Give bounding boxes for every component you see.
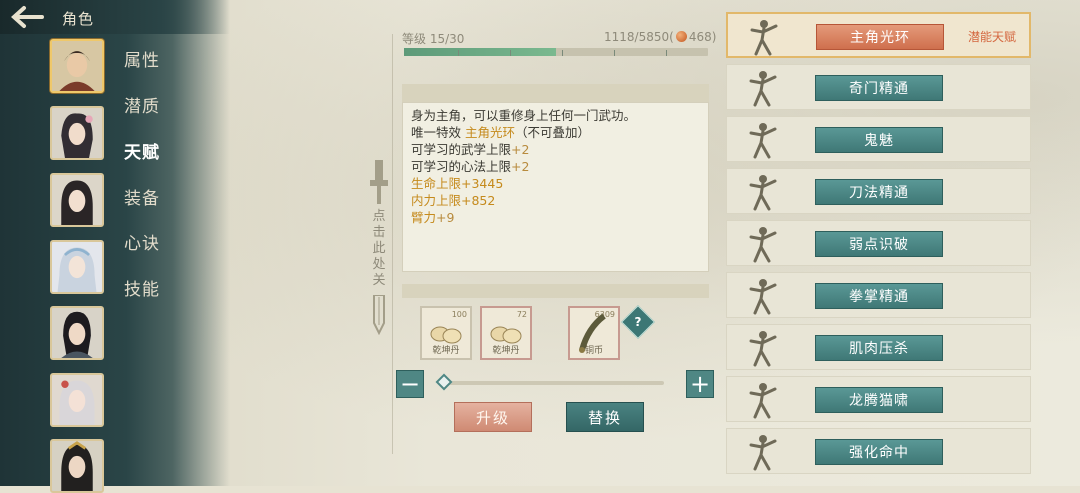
upgrade-button[interactable]: 升级 [454, 402, 532, 432]
portrait-icon [52, 175, 102, 225]
character-avatar-4[interactable] [50, 240, 104, 294]
material-name: 铜币 [584, 346, 603, 356]
martial-artist-icon [749, 175, 777, 211]
close-hint-text: 点击此处关 [372, 209, 386, 288]
martial-artist-icon [749, 435, 777, 471]
talent-name: 奇门精通 [815, 75, 943, 101]
top-bar: 角色 [0, 0, 230, 34]
desc-line: 可学习的心法上限+2 [411, 159, 530, 174]
level-label: 等级 15/30 [402, 32, 465, 46]
talent-row[interactable]: 鬼魅 [726, 116, 1031, 162]
sidebar [0, 0, 230, 486]
talent-row[interactable]: 刀法精通 [726, 168, 1031, 214]
talent-name: 刀法精通 [815, 179, 943, 205]
portrait-icon [52, 375, 102, 425]
character-avatar-7[interactable] [50, 439, 104, 493]
desc-line: 唯一特效 主角光环（不可叠加） [411, 125, 591, 140]
desc-line: 身为主角，可以重修身上任何一门武功。 [411, 108, 637, 123]
character-avatar-6[interactable] [50, 373, 104, 427]
question-icon: ? [634, 315, 642, 329]
martial-artist-icon [749, 279, 777, 315]
materials-header [402, 284, 709, 298]
talent-row[interactable]: 奇门精通 [726, 64, 1031, 110]
page-title: 角色 [62, 10, 95, 28]
panel-divider [392, 34, 393, 454]
talent-row[interactable]: 拳掌精通 [726, 272, 1031, 318]
talent-description: 身为主角，可以重修身上任何一门武功。 唯一特效 主角光环（不可叠加） 可学习的武… [402, 102, 709, 272]
desc-line: 内力上限+852 [411, 193, 496, 208]
tab-potential[interactable]: 潜质 [124, 92, 160, 117]
talent-row[interactable]: 弱点识破 [726, 220, 1031, 266]
portrait-icon [52, 441, 102, 491]
portrait-icon [52, 108, 102, 158]
desc-line: 生命上限+3445 [411, 176, 504, 191]
portrait-icon [52, 41, 102, 91]
talent-name: 鬼魅 [815, 127, 943, 153]
desc-line: 臂力+9 [411, 210, 455, 225]
tab-equipment[interactable]: 装备 [124, 184, 160, 209]
experience-label: 1118/5850(468) [604, 30, 717, 44]
talent-name: 拳掌精通 [815, 283, 943, 309]
tab-talent[interactable]: 天赋 [124, 138, 160, 163]
tab-heart-formula[interactable]: 心诀 [124, 229, 160, 254]
description-header [402, 84, 709, 102]
decrease-button[interactable]: − [396, 370, 424, 398]
character-avatar-3[interactable] [50, 173, 104, 227]
coin-icon [675, 31, 687, 42]
portrait-icon [52, 308, 102, 358]
back-button[interactable] [8, 5, 44, 29]
character-avatar-5[interactable] [50, 306, 104, 360]
back-arrow-icon [11, 6, 44, 28]
sword-blade-icon [373, 294, 385, 336]
talent-name: 龙腾猫啸 [815, 387, 943, 413]
talent-name: 弱点识破 [815, 231, 943, 257]
level-value: 15/30 [429, 32, 465, 46]
quantity-slider-track[interactable] [440, 381, 664, 385]
increase-button[interactable]: + [686, 370, 714, 398]
material-slot-1[interactable]: 100 乾坤丹 [420, 306, 472, 360]
material-name: 乾坤丹 [432, 346, 460, 356]
character-avatar-1[interactable] [50, 39, 104, 93]
martial-artist-icon [749, 383, 777, 419]
sword-hilt-icon [370, 160, 388, 204]
talent-row[interactable]: 肌肉压杀 [726, 324, 1031, 370]
martial-artist-icon [749, 123, 777, 159]
material-slot-2[interactable]: 72 乾坤丹 [480, 306, 532, 360]
martial-artist-icon [749, 227, 777, 263]
talent-row[interactable]: 强化命中 [726, 428, 1031, 474]
talent-row[interactable]: 主角光环 潜能天赋 [726, 12, 1031, 58]
martial-artist-icon [749, 71, 777, 107]
character-avatar-2[interactable] [50, 106, 104, 160]
talent-name: 强化命中 [815, 439, 943, 465]
material-slot-3[interactable]: 6309 铜币 [568, 306, 620, 360]
material-name: 乾坤丹 [492, 346, 520, 356]
martial-artist-icon [750, 20, 778, 56]
portrait-icon [52, 242, 102, 292]
talent-name: 肌肉压杀 [815, 335, 943, 361]
replace-button[interactable]: 替换 [566, 402, 644, 432]
tab-attributes[interactable]: 属性 [124, 46, 160, 71]
talent-row[interactable]: 龙腾猫啸 [726, 376, 1031, 422]
coin-count: 468) [688, 30, 717, 44]
tab-skills[interactable]: 技能 [124, 275, 160, 300]
talent-tag: 潜能天赋 [968, 30, 1017, 44]
martial-artist-icon [749, 331, 777, 367]
experience-bar-fill [404, 48, 556, 56]
experience-bar [404, 48, 708, 56]
desc-line: 可学习的武学上限+2 [411, 142, 530, 157]
close-hint[interactable]: 点击此处关 [368, 160, 390, 340]
talent-name: 主角光环 [816, 24, 944, 50]
